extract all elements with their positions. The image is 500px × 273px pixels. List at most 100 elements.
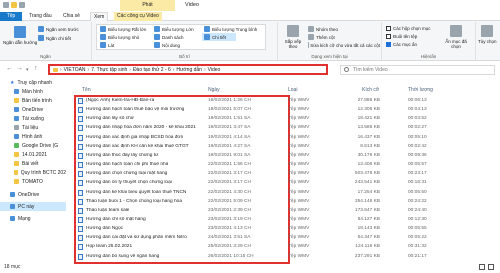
- file-type: Tệp WMV: [288, 207, 310, 213]
- file-row[interactable]: (Ngọc Ánh) Kiem-tra-HĐ-Ban-ra 16/02/2021 …: [78, 97, 498, 105]
- file-row[interactable]: Hướng dẫn thúc đẩy lấy chứng từ 19/02/202…: [78, 152, 498, 160]
- file-extensions-toggle[interactable]: Đuôi tên tệp: [386, 34, 417, 39]
- nav-item-this-pc[interactable]: PC này: [0, 202, 66, 211]
- tab-home[interactable]: Trang đầu: [26, 12, 55, 21]
- file-row[interactable]: Thảo luận buổi 1 - Chọn chủng loại hàng …: [78, 198, 498, 206]
- nav-item-folder[interactable]: 14.01.2021: [0, 150, 66, 159]
- tab-file[interactable]: Tệp: [0, 12, 22, 21]
- file-size: 237.291 KB: [354, 253, 380, 259]
- nav-item-pictures[interactable]: Hình ảnh: [0, 132, 66, 141]
- layout-small-icons[interactable]: Biểu tượng nhỏ: [100, 34, 139, 40]
- layout-tiles[interactable]: Lát: [100, 42, 114, 48]
- file-date: 25/02/2021 3:29 CH: [208, 244, 251, 250]
- file-row[interactable]: Hướng dẫn lấy số chứ 19/02/2021 1:51 SA Tệ…: [78, 115, 498, 123]
- folder-icon: [14, 161, 19, 166]
- file-row[interactable]: Hướng dẫn hạch toán chi phí thuê nhà 22/0…: [78, 161, 498, 169]
- file-type: Tệp WMV: [288, 198, 310, 204]
- sort-by-button[interactable]: Sắp xếp theo: [282, 25, 304, 49]
- file-size: 173.647 KB: [354, 207, 380, 213]
- file-row[interactable]: Hướng dẫn cài đặt và sử dụng phần mềm Ni…: [78, 234, 498, 242]
- group-by-button[interactable]: Nhóm theo: [308, 26, 338, 32]
- file-row[interactable]: Hướng dẫn Ngọc 23/02/2021 4:13 CH Tệp WMV 1…: [78, 225, 498, 233]
- breadcrumb-item[interactable]: Đào tạo thử 2 - 6: [133, 67, 171, 73]
- file-row[interactable]: Họp team 25.02.2021 25/02/2021 3:29 CH Tệp…: [78, 243, 498, 251]
- computer-icon: [10, 204, 15, 209]
- tab-video-tools[interactable]: Các công cụ Video: [114, 12, 162, 21]
- column-header-name[interactable]: Tên: [82, 87, 91, 93]
- nav-item-downloads[interactable]: Tài xuống: [0, 114, 66, 123]
- nav-item-desktop[interactable]: Màn hình: [0, 87, 66, 96]
- nav-item-onedrive[interactable]: OneDrive: [0, 105, 66, 114]
- file-row[interactable]: Thảo luận team sale 23/02/2021 2:39 CH Tệp…: [78, 207, 498, 215]
- navigation-pane-icon: [14, 26, 27, 38]
- hide-selected-button[interactable]: Ẩn mục đã chọn: [440, 25, 472, 49]
- nav-item-documents[interactable]: Tài liệu: [0, 123, 66, 132]
- file-date: 22/02/2021 4:30 CH: [208, 189, 251, 195]
- file-row[interactable]: Hướng dẫn xác định KH cần kê khai thuế G…: [78, 143, 498, 151]
- column-header-type[interactable]: Loại: [288, 87, 297, 93]
- details-view-icon[interactable]: [479, 264, 485, 270]
- item-checkboxes-toggle[interactable]: Các hộp chọn mục: [386, 26, 431, 31]
- file-name: Hướng dẫn lấy số chứ: [86, 116, 134, 122]
- folder-icon[interactable]: [11, 2, 17, 8]
- file-name: Hướng dẫn chỉ số mặt hàng: [86, 216, 146, 222]
- layout-extra-large-icons[interactable]: Biểu tượng Rất lớn: [100, 26, 146, 32]
- layout-details[interactable]: Chi tiết: [202, 33, 237, 41]
- file-row[interactable]: Hướng dẫn xác định giá nhập BCSD hóa đơn…: [78, 134, 498, 142]
- properties-icon[interactable]: [3, 2, 9, 8]
- file-row[interactable]: Hướng dẫn nhập hóa đơn năm 2020 - kế kha…: [78, 124, 498, 132]
- nav-item-network[interactable]: Mạng: [0, 214, 66, 223]
- navigation-pane-button[interactable]: Ngăn dẫn hướng: [3, 26, 37, 45]
- tab-share[interactable]: Chia sẻ: [60, 12, 83, 21]
- tab-view[interactable]: Xem: [90, 12, 109, 21]
- file-row[interactable]: Hướng dẫn kê khai biểu quyết toán thuế T…: [78, 189, 498, 197]
- file-row[interactable]: Hướng dẫn chọn chứng loại mặt hàng 22/02/…: [78, 170, 498, 178]
- preview-pane-button[interactable]: Ngăn xem trước: [38, 26, 79, 32]
- column-header-size[interactable]: Kích cỡ: [362, 87, 379, 93]
- nav-item-google-drive[interactable]: Google Drive (G: [0, 141, 66, 150]
- file-type: Tệp WMV: [288, 107, 310, 113]
- hidden-items-toggle[interactable]: Các mục ẩn: [386, 42, 417, 47]
- nav-item-quick-access[interactable]: ★ Truy cập nhanh: [0, 78, 66, 87]
- file-row[interactable]: Hướng dẫn chỉ số mặt hàng 23/02/2021 3:19…: [78, 216, 498, 224]
- forward-arrow-icon[interactable]: →: [16, 65, 23, 72]
- file-row[interactable]: Hướng dẫn ôn lý thuyết chọn chứng loại 22…: [78, 179, 498, 187]
- layout-large-icons[interactable]: Biểu tượng Lớn: [154, 26, 194, 32]
- layout-list[interactable]: Danh sách: [154, 34, 184, 40]
- nav-item-folder[interactable]: TOMATO: [0, 177, 66, 186]
- file-row[interactable]: Hướng dẫn bổ sung về ngân hàng 26/02/2021…: [78, 253, 498, 261]
- file-duration: 00:16:31: [408, 180, 427, 186]
- layout-medium-icons[interactable]: Biểu tượng Trung bình: [204, 26, 257, 32]
- file-size: 18.143 KB: [357, 226, 380, 232]
- nav-item-folder[interactable]: Bài viết: [0, 159, 66, 168]
- address-bar[interactable]: › VIETOAN › 7. Thực tập sinh › Đào tạo t…: [48, 64, 328, 75]
- navigation-pane: ★ Truy cập nhanh Màn hình Bản tiến trình …: [0, 78, 66, 263]
- details-pane-button[interactable]: Ngăn chi tiết: [38, 35, 71, 41]
- breadcrumb-item[interactable]: 7. Thực tập sinh: [91, 67, 127, 73]
- layout-content[interactable]: Nội dung: [154, 42, 180, 48]
- add-columns-button[interactable]: Thêm cột: [308, 34, 335, 40]
- back-arrow-icon[interactable]: ←: [6, 65, 13, 72]
- list-icon: [154, 34, 160, 40]
- large-icons-view-icon[interactable]: [488, 264, 494, 270]
- fit-columns-button[interactable]: Sửa kích cỡ cho vừa tất cả các cột: [308, 42, 380, 48]
- breadcrumb-item[interactable]: Video: [208, 67, 221, 73]
- chevron-down-icon[interactable]: ▾: [26, 67, 29, 73]
- nav-item-folder[interactable]: Bản tiến trình: [0, 96, 66, 105]
- file-name: Hướng dẫn chọn chứng loại mặt hàng: [86, 171, 168, 177]
- options-button[interactable]: Tùy chọn: [478, 25, 497, 44]
- large-icons-icon: [154, 26, 160, 32]
- nav-item-folder[interactable]: Quy trình BCTC 202: [0, 168, 66, 177]
- nav-item-onedrive[interactable]: OneDrive: [0, 190, 66, 199]
- column-header-duration[interactable]: Thời lượng: [408, 87, 433, 93]
- breadcrumb-item[interactable]: Hướng dẫn: [176, 67, 202, 73]
- video-file-icon: [78, 98, 83, 104]
- file-row[interactable]: Hướng dẫn hạch toán thuế bảo vệ môi trườ…: [78, 106, 498, 114]
- breadcrumb-item[interactable]: VIETOAN: [64, 67, 86, 73]
- column-header-date[interactable]: Ngày: [208, 87, 220, 93]
- file-type: Tệp WMV: [288, 189, 310, 195]
- details-pane-icon: [38, 35, 44, 41]
- search-input[interactable]: Tìm kiếm Video: [340, 65, 495, 75]
- up-arrow-icon[interactable]: ↑: [34, 65, 38, 72]
- chevron-down-icon[interactable]: [19, 2, 25, 8]
